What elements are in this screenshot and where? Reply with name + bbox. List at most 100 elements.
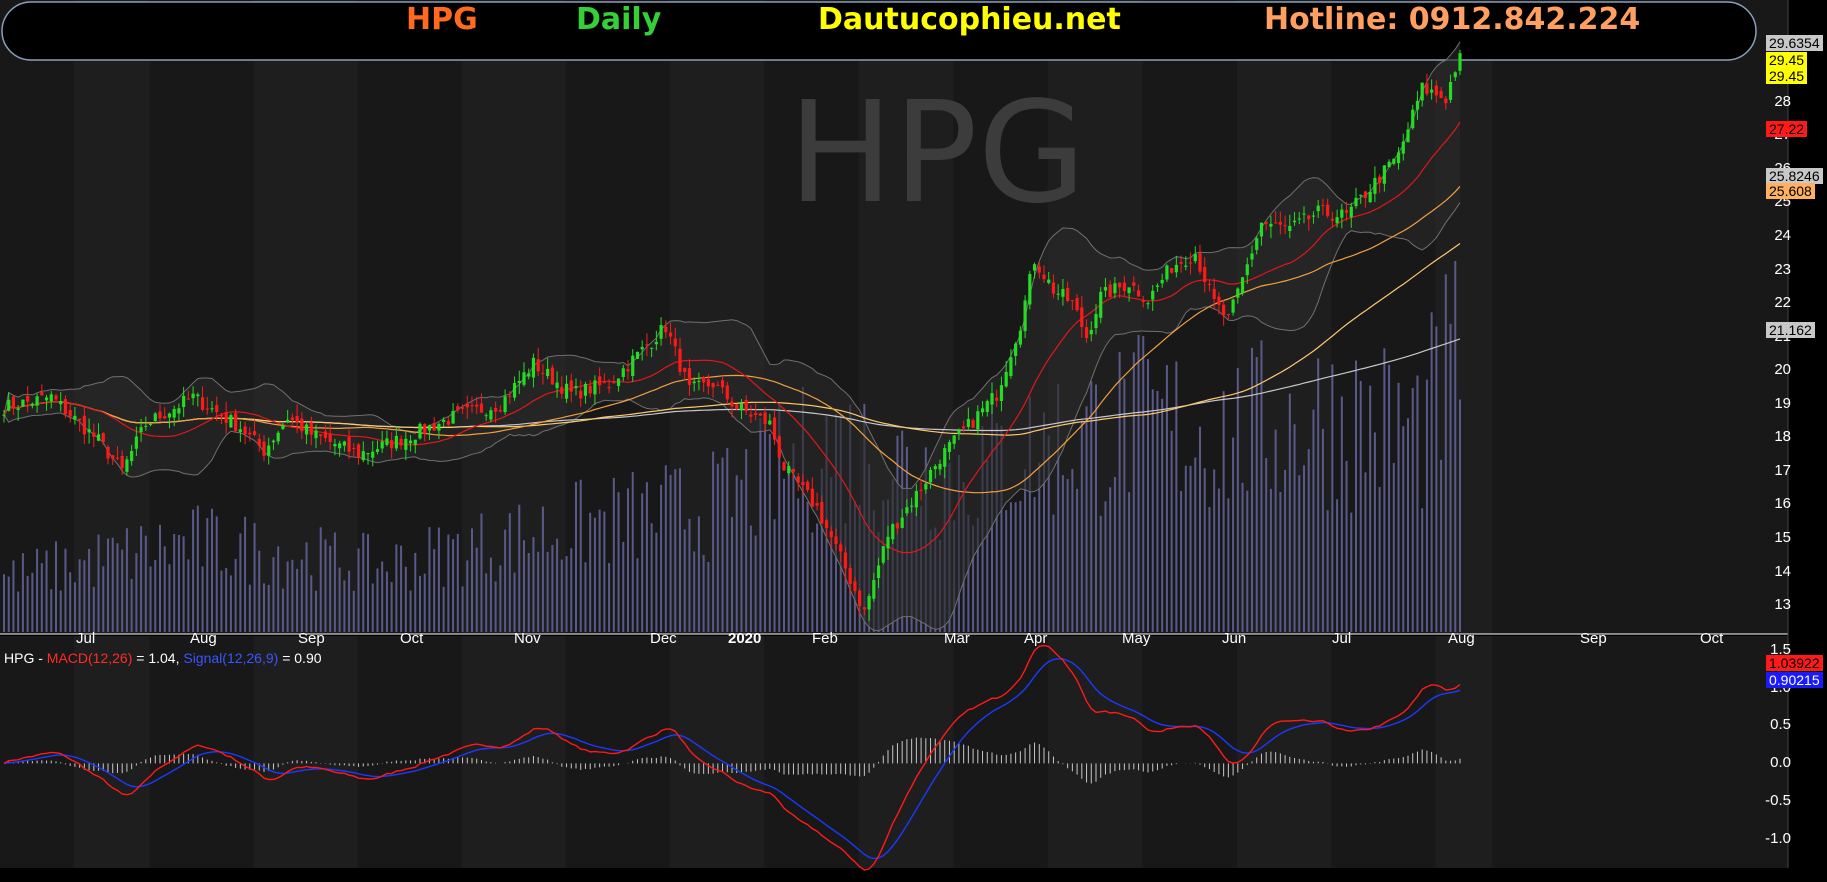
header-site[interactable]: Dautucophieu.net — [818, 2, 1121, 37]
candle-body — [503, 396, 507, 413]
volume-bar — [1246, 490, 1249, 632]
volume-bar — [565, 556, 568, 632]
value-tag: 0.90215 — [1766, 672, 1823, 688]
volume-bar — [797, 498, 800, 632]
candle-body — [522, 372, 526, 385]
candle-body — [96, 434, 101, 441]
volume-bar — [1236, 368, 1239, 632]
volume-bar — [1411, 387, 1414, 632]
macd-y-tick-label: 0.0 — [1770, 754, 1791, 772]
volume-bar — [177, 535, 180, 632]
candle-body — [432, 423, 436, 431]
x-tick-label: Feb — [812, 630, 838, 647]
volume-bar — [1199, 426, 1201, 632]
volume-bar — [130, 578, 133, 632]
month-band — [1047, 636, 1143, 868]
candle-body — [654, 341, 658, 345]
candle-body — [158, 411, 162, 419]
value-tag: 29.6354 — [1766, 35, 1823, 51]
volume-bar — [1142, 336, 1145, 632]
candle-body — [574, 386, 578, 388]
candle-body — [49, 394, 53, 402]
volume-bar — [1359, 380, 1362, 632]
volume-bar — [716, 463, 719, 632]
volume-bar — [414, 552, 417, 632]
volume-bar — [1435, 326, 1438, 632]
volume-bar — [1340, 396, 1343, 632]
volume-bar — [1194, 457, 1197, 632]
candle-body — [853, 581, 857, 591]
volume-bar — [447, 534, 450, 632]
volume-bar — [296, 568, 299, 632]
watermark: HPG — [788, 72, 1087, 235]
volume-bar — [603, 511, 606, 632]
volume-bar — [163, 546, 166, 632]
volume-bar — [135, 553, 138, 632]
volume-bar — [300, 559, 303, 632]
volume-bar — [1312, 409, 1315, 632]
volume-bar — [17, 591, 20, 632]
candle-body — [1349, 206, 1353, 218]
month-band — [858, 636, 954, 868]
candle-body — [791, 469, 796, 472]
candle-body — [564, 383, 569, 399]
volume-bar — [764, 413, 767, 632]
x-tick-label: Jul — [1332, 630, 1352, 647]
volume-bar — [556, 538, 559, 632]
candle-body — [163, 416, 167, 419]
header-hotline: Hotline: 0912.842.224 — [1264, 2, 1641, 37]
candle-body — [598, 376, 602, 386]
candle-body — [494, 408, 498, 412]
candle-body — [1321, 204, 1325, 206]
candle-body — [1283, 225, 1287, 227]
volume-bar — [102, 566, 105, 632]
x-tick-label: Jun — [1222, 630, 1247, 647]
candle-body — [182, 395, 186, 408]
candle-body — [276, 432, 280, 442]
volume-bar — [1251, 347, 1253, 632]
candle-body — [442, 419, 446, 422]
candle-body — [1288, 225, 1292, 232]
candle-body — [1425, 83, 1429, 94]
candle-body — [1382, 165, 1386, 184]
volume-bar — [395, 544, 398, 632]
candle-body — [361, 451, 365, 461]
volume-bar — [1364, 472, 1367, 632]
candle-body — [1316, 205, 1320, 212]
volume-bar — [267, 584, 270, 632]
volume-bar — [73, 582, 76, 632]
x-tick-label: Nov — [514, 630, 541, 647]
volume-bar — [149, 566, 152, 632]
candle-body — [82, 415, 86, 435]
volume-bar — [196, 505, 199, 632]
volume-bar — [745, 449, 748, 632]
candle-body — [427, 425, 432, 431]
candle-body — [1103, 287, 1108, 291]
volume-bar — [305, 542, 308, 632]
candle-body — [1151, 290, 1155, 300]
candle-body — [905, 507, 909, 514]
volume-bar — [258, 550, 261, 632]
volume-bar — [1321, 428, 1324, 632]
volume-bar — [452, 539, 455, 632]
candle-body — [999, 385, 1004, 401]
candle-body — [895, 523, 900, 529]
volume-bar — [78, 559, 81, 632]
y-tick-label: 23 — [1774, 260, 1791, 278]
candle-body — [200, 397, 205, 410]
y-tick-label: 14 — [1774, 562, 1791, 580]
candle-body — [697, 380, 701, 382]
volume-bar — [1307, 449, 1310, 632]
volume-bar — [1180, 490, 1183, 632]
candle-body — [777, 436, 781, 458]
volume-bar — [499, 565, 502, 632]
volume-bar — [1269, 488, 1272, 632]
candle-body — [980, 408, 985, 413]
volume-bar — [1175, 361, 1178, 632]
volume-bar — [783, 478, 785, 632]
volume-bar — [144, 535, 147, 632]
volume-bar — [1288, 393, 1291, 632]
volume-bar — [1019, 500, 1022, 632]
candle-body — [1023, 300, 1027, 332]
candle-body — [1420, 82, 1424, 101]
